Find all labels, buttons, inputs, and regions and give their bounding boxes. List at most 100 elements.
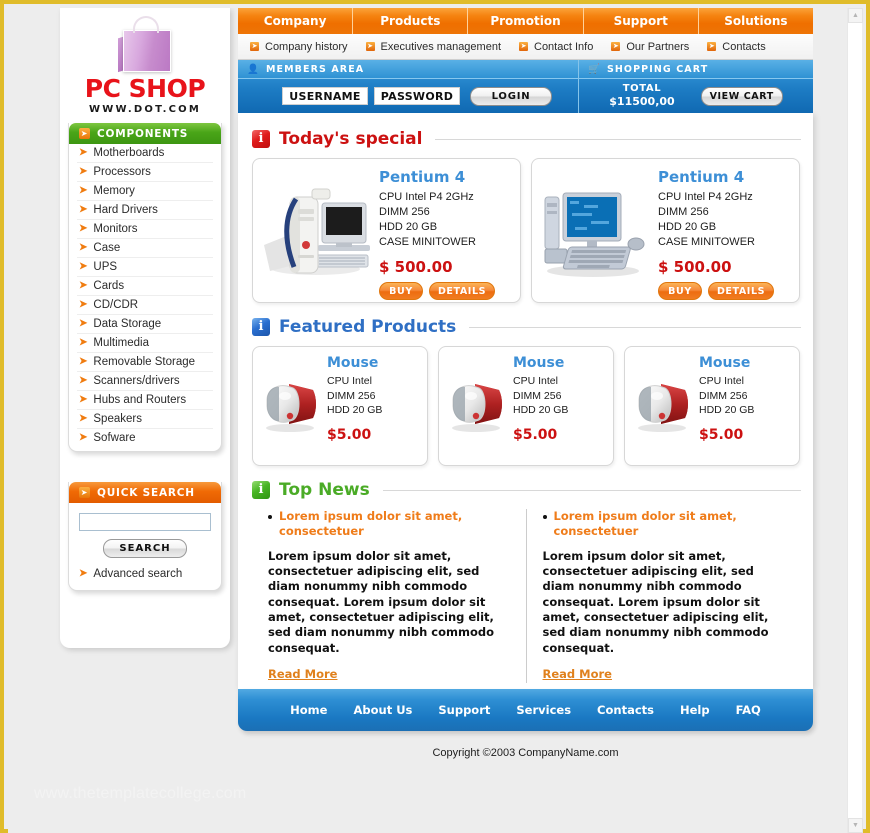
footer-link-services[interactable]: Services: [516, 703, 571, 717]
footer-link-support[interactable]: Support: [438, 703, 490, 717]
topnav-item-0[interactable]: Company: [238, 8, 354, 34]
advanced-search-link[interactable]: ➤ Advanced search: [79, 568, 211, 580]
cart-total: TOTAL $11500,00: [609, 83, 674, 109]
sidebar-item-hubs-and-routers[interactable]: ➤ Hubs and Routers: [77, 391, 213, 410]
arrow-right-icon: ➤: [79, 261, 88, 272]
todays-special-header: i Today's special: [252, 129, 801, 149]
topnav-item-3[interactable]: Support: [584, 8, 699, 34]
featured-product-card[interactable]: Mouse CPU Intel DIMM 256 HDD 20 GB $5.00: [624, 346, 800, 466]
username-input[interactable]: USERNAME: [282, 87, 368, 105]
news-item: Lorem ipsum dolor sit amet, consectetuer…: [527, 509, 802, 683]
password-input[interactable]: PASSWORD: [374, 87, 460, 105]
sidebar-item-removable-storage[interactable]: ➤ Removable Storage: [77, 353, 213, 372]
search-input[interactable]: [79, 513, 211, 531]
special-product-info: Pentium 4 CPU Intel P4 2GHz DIMM 256 HDD 20…: [658, 159, 799, 302]
details-button[interactable]: DETAILS: [708, 282, 774, 301]
product-name[interactable]: Pentium 4: [379, 168, 520, 186]
arrow-right-icon: ➤: [250, 42, 259, 51]
topnav-item-4[interactable]: Solutions: [699, 8, 813, 34]
sidebar-item-speakers[interactable]: ➤ Speakers: [77, 410, 213, 429]
subnav-item-label: Company history: [265, 40, 348, 53]
featured-product-card[interactable]: Mouse CPU Intel DIMM 256 HDD 20 GB $5.00: [252, 346, 428, 466]
sidebar-item-label: Speakers: [93, 413, 142, 425]
sidebar-item-processors[interactable]: ➤ Processors: [77, 163, 213, 182]
info-icon: i: [252, 481, 270, 499]
sidebar-item-label: Memory: [93, 185, 135, 197]
sidebar-item-label: Motherboards: [93, 147, 165, 159]
topnav-item-1[interactable]: Products: [353, 8, 469, 34]
sidebar-item-case[interactable]: ➤ Case: [77, 239, 213, 258]
sidebar-item-cards[interactable]: ➤ Cards: [77, 277, 213, 296]
sidebar-item-monitors[interactable]: ➤ Monitors: [77, 220, 213, 239]
subnav-item-3[interactable]: ➤ Our Partners: [611, 41, 689, 53]
product-name[interactable]: Mouse: [327, 355, 427, 371]
advanced-search-label: Advanced search: [93, 568, 183, 580]
computer-mouse-image: [439, 347, 513, 465]
subnav-item-2[interactable]: ➤ Contact Info: [519, 41, 593, 53]
product-name[interactable]: Pentium 4: [658, 168, 799, 186]
subnav-item-1[interactable]: ➤ Executives management: [365, 41, 501, 53]
sidebar-item-hard-drivers[interactable]: ➤ Hard Drivers: [77, 201, 213, 220]
subnav-item-label: Contacts: [722, 40, 766, 53]
subnav-item-label: Our Partners: [626, 40, 690, 53]
sidebar-item-ups[interactable]: ➤ UPS: [77, 258, 213, 277]
special-product-card[interactable]: Pentium 4 CPU Intel P4 2GHz DIMM 256 HDD 20…: [531, 158, 800, 303]
product-price: $5.00: [327, 427, 372, 444]
footer-link-faq[interactable]: FAQ: [736, 703, 761, 717]
footer-link-help[interactable]: Help: [680, 703, 710, 717]
sidebar-item-multimedia[interactable]: ➤ Multimedia: [77, 334, 213, 353]
special-product-card[interactable]: Pentium 4 CPU Intel P4 2GHz DIMM 256 HDD 20…: [252, 158, 521, 303]
login-button[interactable]: LOGIN: [470, 86, 552, 106]
footer-link-contacts[interactable]: Contacts: [597, 703, 654, 717]
arrow-right-icon: ➤: [79, 147, 88, 158]
featured-product-card[interactable]: Mouse CPU Intel DIMM 256 HDD 20 GB $5.00: [438, 346, 614, 466]
divider: [382, 489, 801, 491]
sidebar-item-scanners-drivers[interactable]: ➤ Scanners/drivers: [77, 372, 213, 391]
secondary-navigation: ➤ Company history ➤ Executives management ➤ C…: [238, 34, 813, 60]
scroll-down-icon[interactable]: ▼: [848, 818, 863, 833]
buy-button[interactable]: BUY: [379, 282, 423, 301]
computer-mouse-image: [625, 347, 699, 465]
buy-button[interactable]: BUY: [658, 282, 702, 301]
site-logo[interactable]: PC SHOP WWW.DOT.COM: [60, 8, 230, 115]
vertical-scrollbar[interactable]: ▲ ▼: [847, 8, 863, 833]
sidebar-item-motherboards[interactable]: ➤ Motherboards: [77, 144, 213, 163]
product-name[interactable]: Mouse: [699, 355, 799, 371]
sidebar-item-cd-cdr[interactable]: ➤ CD/CDR: [77, 296, 213, 315]
news-title[interactable]: Lorem ipsum dolor sit amet, consectetuer: [279, 509, 512, 539]
topnav-item-2[interactable]: Promotion: [468, 8, 584, 34]
product-specs: CPU Intel DIMM 256 HDD 20 GB: [699, 375, 755, 417]
product-name[interactable]: Mouse: [513, 355, 613, 371]
arrow-right-icon: ➤: [79, 375, 88, 386]
scroll-up-icon[interactable]: ▲: [848, 8, 863, 23]
featured-products-header: i Featured Products: [252, 317, 801, 337]
search-button[interactable]: SEARCH: [103, 539, 187, 558]
sidebar-item-label: Hubs and Routers: [93, 394, 187, 406]
sidebar-item-data-storage[interactable]: ➤ Data Storage: [77, 315, 213, 334]
sidebar-item-label: UPS: [93, 261, 118, 273]
read-more-link[interactable]: Read More: [268, 667, 337, 681]
view-cart-button[interactable]: VIEW CART: [700, 86, 783, 106]
shopping-cart-header: 🛒 SHOPPING CART: [579, 60, 813, 79]
news-title[interactable]: Lorem ipsum dolor sit amet, consectetuer: [554, 509, 788, 539]
read-more-link[interactable]: Read More: [543, 667, 612, 681]
news-body: Lorem ipsum dolor sit amet, consectetuer…: [268, 548, 494, 655]
subnav-item-4[interactable]: ➤ Contacts: [707, 40, 766, 53]
sidebar-item-label: Processors: [93, 166, 151, 178]
footer-navigation: Home About Us Support Services Contacts Help F…: [238, 688, 813, 731]
info-icon: i: [252, 318, 270, 336]
arrow-right-icon: ➤: [365, 42, 375, 51]
subnav-item-0[interactable]: ➤ Company history: [250, 41, 348, 53]
bullet-icon: [542, 515, 547, 519]
sidebar-item-memory[interactable]: ➤ Memory: [77, 182, 213, 201]
details-button[interactable]: DETAILS: [429, 282, 495, 301]
product-price: $5.00: [699, 427, 744, 444]
sidebar-item-sofware[interactable]: ➤ Sofware: [77, 429, 213, 447]
product-actions: BUY DETAILS: [658, 282, 799, 301]
footer-link-about-us[interactable]: About Us: [353, 703, 412, 717]
footer-link-home[interactable]: Home: [290, 703, 327, 717]
arrow-right-icon: ➤: [79, 568, 88, 579]
sidebar-item-label: Cards: [93, 280, 125, 292]
logo-title: PC SHOP: [84, 74, 206, 103]
components-menu: ➤ Motherboards ➤ Processors ➤ Memory ➤ Hard Dri…: [69, 144, 221, 451]
